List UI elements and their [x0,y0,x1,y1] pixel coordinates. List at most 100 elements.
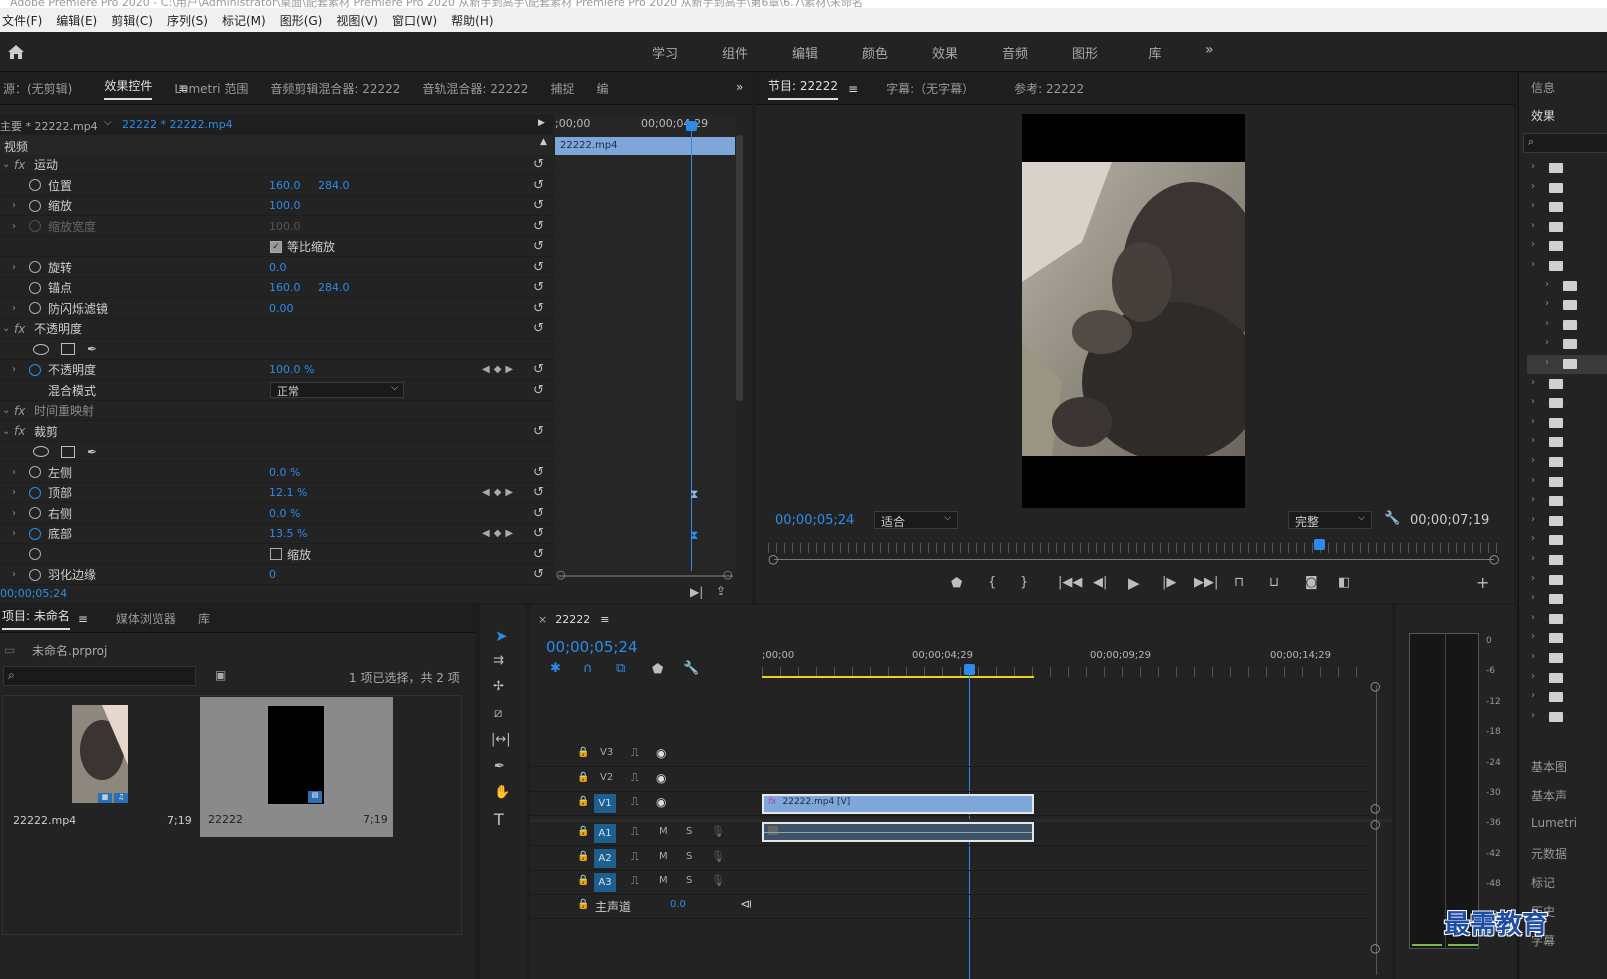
chevron-right-icon[interactable]: › [12,528,16,539]
menu-sequence[interactable]: 序列(S) [167,12,208,29]
fx-toggle-icon[interactable]: fx [14,158,25,172]
workspace-assembly[interactable]: 组件 [700,43,770,62]
property-value[interactable]: 0.00 [269,302,294,315]
effect-row[interactable]: › 旋转 0.0 ↺ [0,258,553,278]
project-search-input[interactable]: ⌕ [3,666,196,686]
effect-row[interactable]: ✒ [0,442,553,462]
sidebar-tab[interactable]: 标记 [1531,874,1555,891]
timeline-timecode[interactable]: 00;00;05;24 [546,638,638,656]
audio-track[interactable]: 🔒 A3 ⎍ M S 🎙 [530,871,1370,895]
effects-search-input[interactable]: ⌕ [1523,133,1607,153]
keyframe-icon[interactable]: ⧗ [690,528,698,543]
effect-row[interactable]: › 羽化边缘 0 ↺ [0,565,553,585]
reset-icon[interactable]: ↺ [533,485,544,500]
solo-button[interactable]: S [686,826,692,837]
microphone-icon[interactable]: 🎙 [711,874,725,887]
zoom-handle-right-icon[interactable]: ○ [1489,552,1499,566]
chevron-right-icon[interactable]: › [1545,357,1549,368]
chevron-right-icon[interactable]: › [1531,239,1535,250]
menu-view[interactable]: 视图(V) [336,12,378,29]
stopwatch-icon[interactable] [29,507,41,519]
sequence-clip-label[interactable]: 22222 * 22222.mp4 [122,118,233,131]
tab-project[interactable]: 项目: 未命名 [2,607,70,630]
effect-row[interactable]: › 右侧 0.0 % ↺ [0,504,553,524]
panel-overflow-icon[interactable]: » [736,80,743,94]
chevron-right-icon[interactable]: › [12,364,16,375]
scroll-handle-icon[interactable]: ○ [1370,801,1380,815]
ripple-edit-tool-icon[interactable]: ✢ [493,679,504,694]
effects-folder[interactable]: › [1527,414,1607,433]
menu-file[interactable]: 文件(F) [2,12,42,29]
keyframe-nav-icon[interactable]: ◀◆▶ [482,528,517,539]
play-only-icon[interactable]: ▶ [538,118,545,128]
effect-row[interactable]: › 防闪烁滤镜 0.00 ↺ [0,299,553,319]
program-video-frame[interactable] [1022,114,1245,508]
extract-icon[interactable]: ⊔ [1269,575,1279,590]
property-value[interactable]: 13.5 % [269,527,307,540]
scroll-handle-icon[interactable]: ○ [1370,817,1380,831]
filter-playhead-icon[interactable]: ▶| [690,585,703,599]
reset-icon[interactable]: ↺ [533,260,544,275]
menu-edit[interactable]: 编辑(E) [56,12,97,29]
keyframe-nav-icon[interactable]: ◀◆▶ [482,364,517,375]
program-playhead[interactable] [1314,539,1325,550]
microphone-icon[interactable]: 🎙 [711,825,725,838]
tab-audio-clip-mixer[interactable]: 音频剪辑混合器: 22222 [270,80,400,97]
keyframe-nav-icon[interactable]: ◀◆▶ [482,487,517,498]
chevron-right-icon[interactable]: › [1545,279,1549,290]
fx-toggle-icon[interactable]: fx [14,424,25,438]
add-marker-icon[interactable]: ⬟ [951,576,962,591]
chevron-right-icon[interactable]: › [12,467,16,478]
sync-lock-icon[interactable]: ⎍ [631,746,639,760]
effect-row[interactable]: 锚点 160.0 284.0 ↺ [0,278,553,298]
zoom-handle-left-icon[interactable]: ○ [768,552,778,566]
effect-row[interactable]: › 底部 13.5 % ◀◆▶ ↺ [0,524,553,544]
workspace-libraries[interactable]: 库 [1120,43,1190,62]
solo-button[interactable]: S [686,875,692,886]
effects-folder[interactable]: › [1527,708,1607,727]
track-target-chip[interactable]: A3 [594,873,616,892]
program-zoom-bar[interactable] [774,559,1494,560]
lock-icon[interactable]: 🔒 [577,899,589,910]
effect-row[interactable]: › 缩放宽度 100.0 ↺ [0,217,553,237]
track-target-chip[interactable]: V1 [594,794,616,813]
checkbox[interactable] [270,548,282,560]
effects-folder[interactable]: › [1527,492,1607,511]
effect-row[interactable]: › 顶部 12.1 % ◀◆▶ ↺ [0,483,553,503]
property-value[interactable]: 12.1 % [269,486,307,499]
reset-icon[interactable]: ↺ [533,547,544,562]
lock-icon[interactable]: 🔒 [577,747,589,758]
effects-folder[interactable]: › [1527,355,1607,374]
program-timecode[interactable]: 00;00;05;24 [775,513,854,528]
tab-capture[interactable]: 捕捉 [550,80,574,97]
master-clip-label[interactable]: 主要 * 22222.mp4 [0,118,98,134]
go-to-out-icon[interactable]: ▶▶| [1194,575,1218,590]
slip-tool-icon[interactable]: |↔| [491,732,511,747]
eye-icon[interactable]: ◉ [656,795,666,809]
chevron-right-icon[interactable]: › [1531,631,1535,642]
menu-help[interactable]: 帮助(H) [451,12,493,29]
video-track[interactable]: 🔒 V3 ⎍ ◉ [530,743,1370,767]
more-workspaces-icon[interactable]: » [1205,42,1214,58]
chevron-down-icon[interactable]: ⌵ [104,117,112,128]
add-marker-icon[interactable]: ⬟ [652,662,663,677]
new-search-bin-icon[interactable]: ▣ [215,668,226,682]
reset-icon[interactable]: ↺ [533,362,544,377]
fx-toggle-icon[interactable]: fx [14,404,25,418]
chevron-right-icon[interactable]: › [1531,396,1535,407]
scroll-handle-icon[interactable]: ○ [1370,679,1380,693]
effects-folder[interactable]: › [1527,453,1607,472]
stopwatch-icon[interactable] [29,548,41,560]
chevron-right-icon[interactable]: › [12,200,16,211]
effects-folder[interactable]: › [1527,159,1607,178]
lock-icon[interactable]: 🔒 [577,772,589,783]
mark-out-icon[interactable]: } [1020,575,1028,590]
quality-dropdown[interactable]: 完整 ⌵ [1288,511,1372,529]
effect-row[interactable]: › 缩放 100.0 ↺ [0,196,553,216]
effects-folder[interactable]: › [1527,335,1607,354]
menu-graphics[interactable]: 图形(G) [280,12,323,29]
chevron-down-icon[interactable]: ⌄ [2,405,10,416]
effect-row[interactable]: 缩放 ↺ [0,545,553,565]
chevron-down-icon[interactable]: ⌄ [2,159,10,170]
selection-tool-icon[interactable]: ➤ [495,627,508,645]
